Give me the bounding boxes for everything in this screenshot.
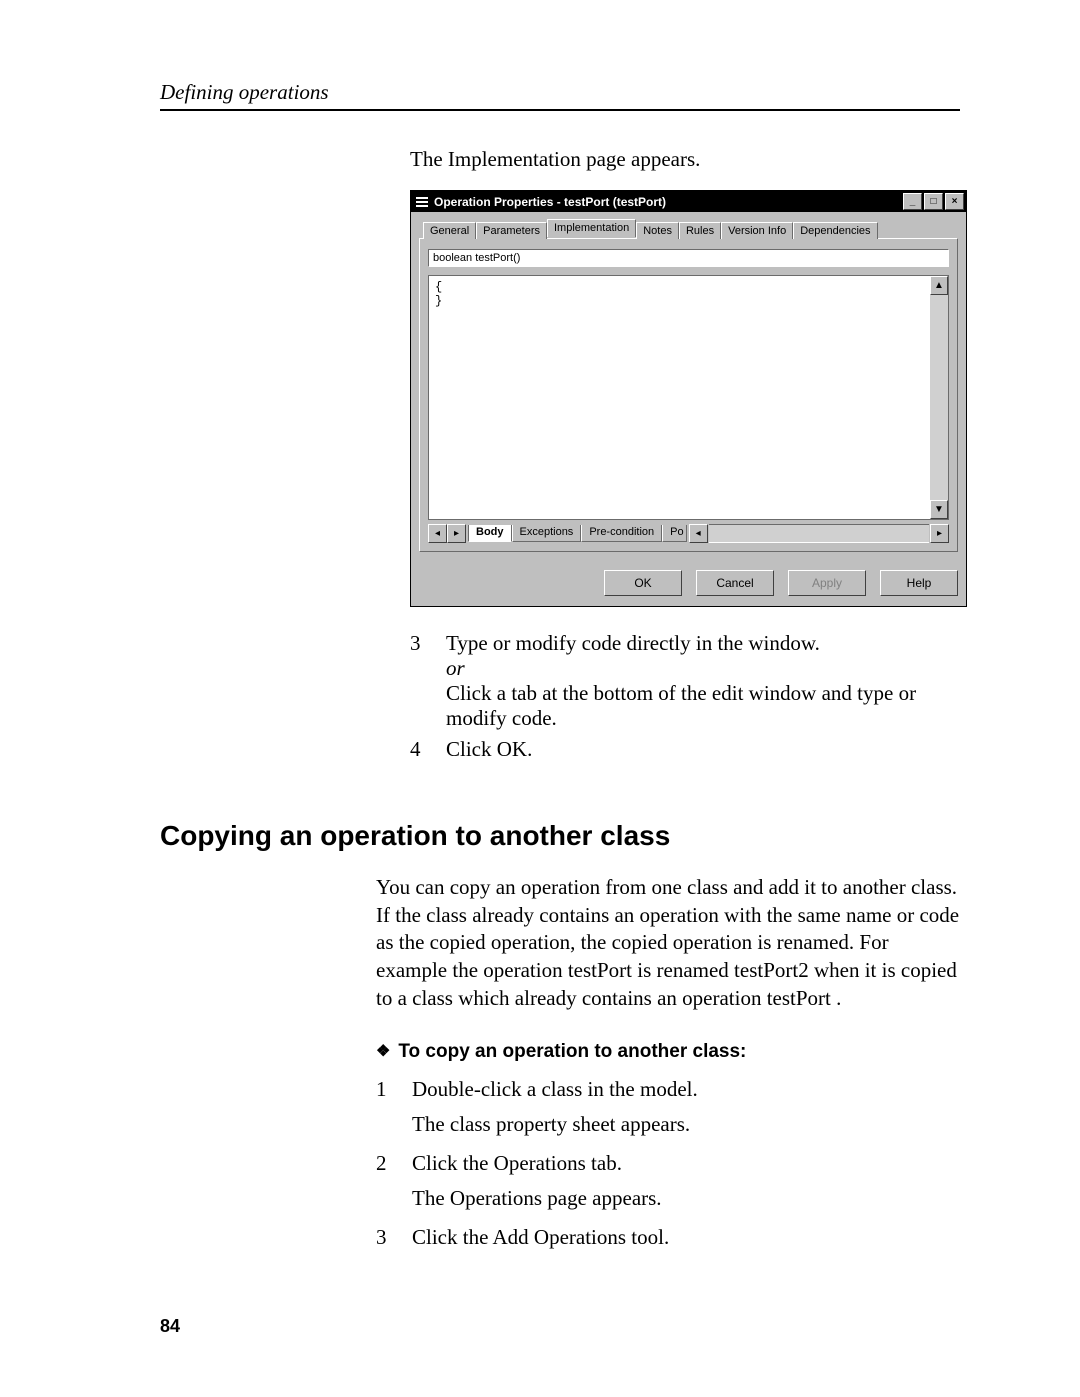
step-text: Click the Add Operations tool. — [412, 1225, 960, 1250]
tab-scroll-left-icon[interactable]: ◂ — [428, 524, 447, 543]
implementation-panel: boolean testPort() { } ▲ ▼ ◂ ▸ Bod — [419, 238, 958, 552]
step-3: 3 Type or modify code directly in the wi… — [410, 631, 960, 731]
step-text: Click the Operations tab. — [412, 1151, 960, 1176]
tab-notes[interactable]: Notes — [636, 222, 679, 239]
section-paragraph: You can copy an operation from one class… — [376, 874, 960, 1013]
step-text-2: Click a tab at the bottom of the edit wi… — [446, 681, 916, 730]
bottom-tab-row: ◂ ▸ Body Exceptions Pre-condition Po ◂ ▸ — [428, 524, 949, 543]
tab-implementation[interactable]: Implementation — [547, 219, 636, 237]
substep-1: 1 Double-click a class in the model. — [376, 1077, 960, 1102]
hscroll-right-icon[interactable]: ▸ — [930, 524, 949, 543]
step-text: Click OK. — [446, 737, 960, 762]
bottom-tab-exceptions[interactable]: Exceptions — [512, 525, 582, 542]
howto-heading-text: To copy an operation to another class: — [398, 1041, 746, 1062]
step-number: 1 — [376, 1077, 412, 1102]
scroll-track[interactable] — [930, 295, 948, 500]
substep-1-result: The class property sheet appears. — [412, 1112, 960, 1137]
howto-heading: ❖ To copy an operation to another class: — [376, 1041, 960, 1063]
substep-2: 2 Click the Operations tab. — [376, 1151, 960, 1176]
bullet-icon: ❖ — [376, 1043, 390, 1060]
apply-button[interactable]: Apply — [788, 570, 866, 596]
hscroll-track[interactable] — [709, 524, 929, 543]
tabs-row: General Parameters Implementation Notes … — [423, 218, 958, 238]
close-button[interactable]: × — [945, 193, 964, 210]
step-text: Double-click a class in the model. — [412, 1077, 960, 1102]
step-number: 4 — [410, 737, 446, 762]
tab-dependencies[interactable]: Dependencies — [793, 222, 877, 239]
bottom-tab-pre-condition[interactable]: Pre-condition — [581, 525, 662, 542]
scroll-down-icon[interactable]: ▼ — [930, 500, 948, 519]
tab-rules[interactable]: Rules — [679, 222, 721, 239]
section-heading: Copying an operation to another class — [160, 820, 960, 852]
step-number: 3 — [376, 1225, 412, 1250]
dialog-button-row: OK Cancel Apply Help — [411, 560, 966, 606]
hscroll-left-icon[interactable]: ◂ — [689, 524, 708, 543]
ok-button[interactable]: OK — [604, 570, 682, 596]
step-or: or — [446, 656, 465, 680]
step-text-1: Type or modify code directly in the wind… — [446, 631, 820, 655]
vertical-scrollbar[interactable]: ▲ ▼ — [930, 275, 949, 520]
page-number: 84 — [160, 1316, 180, 1337]
tab-version-info[interactable]: Version Info — [721, 222, 793, 239]
step-number: 3 — [410, 631, 446, 731]
code-editor[interactable]: { } — [428, 275, 930, 520]
cancel-button[interactable]: Cancel — [696, 570, 774, 596]
bottom-tab-post-condition[interactable]: Po — [662, 525, 686, 542]
step-number: 2 — [376, 1151, 412, 1176]
tab-parameters[interactable]: Parameters — [476, 222, 547, 239]
signature-field[interactable]: boolean testPort() — [428, 249, 949, 267]
maximize-button[interactable]: □ — [924, 193, 943, 210]
titlebar-text: Operation Properties - testPort (testPor… — [434, 195, 666, 209]
tab-scroll-right-icon[interactable]: ▸ — [447, 524, 466, 543]
operation-properties-dialog: Operation Properties - testPort (testPor… — [410, 190, 967, 607]
bottom-tab-body[interactable]: Body — [468, 525, 512, 542]
titlebar[interactable]: Operation Properties - testPort (testPor… — [411, 191, 966, 212]
step-4: 4 Click OK. — [410, 737, 960, 762]
help-button[interactable]: Help — [880, 570, 958, 596]
scroll-up-icon[interactable]: ▲ — [930, 276, 948, 295]
substep-3: 3 Click the Add Operations tool. — [376, 1225, 960, 1250]
intro-line: The Implementation page appears. — [410, 147, 960, 172]
substep-2-result: The Operations page appears. — [412, 1186, 960, 1211]
app-icon — [415, 195, 429, 209]
tab-general[interactable]: General — [423, 222, 476, 239]
running-header: Defining operations — [160, 80, 960, 111]
minimize-button[interactable]: _ — [903, 193, 922, 210]
